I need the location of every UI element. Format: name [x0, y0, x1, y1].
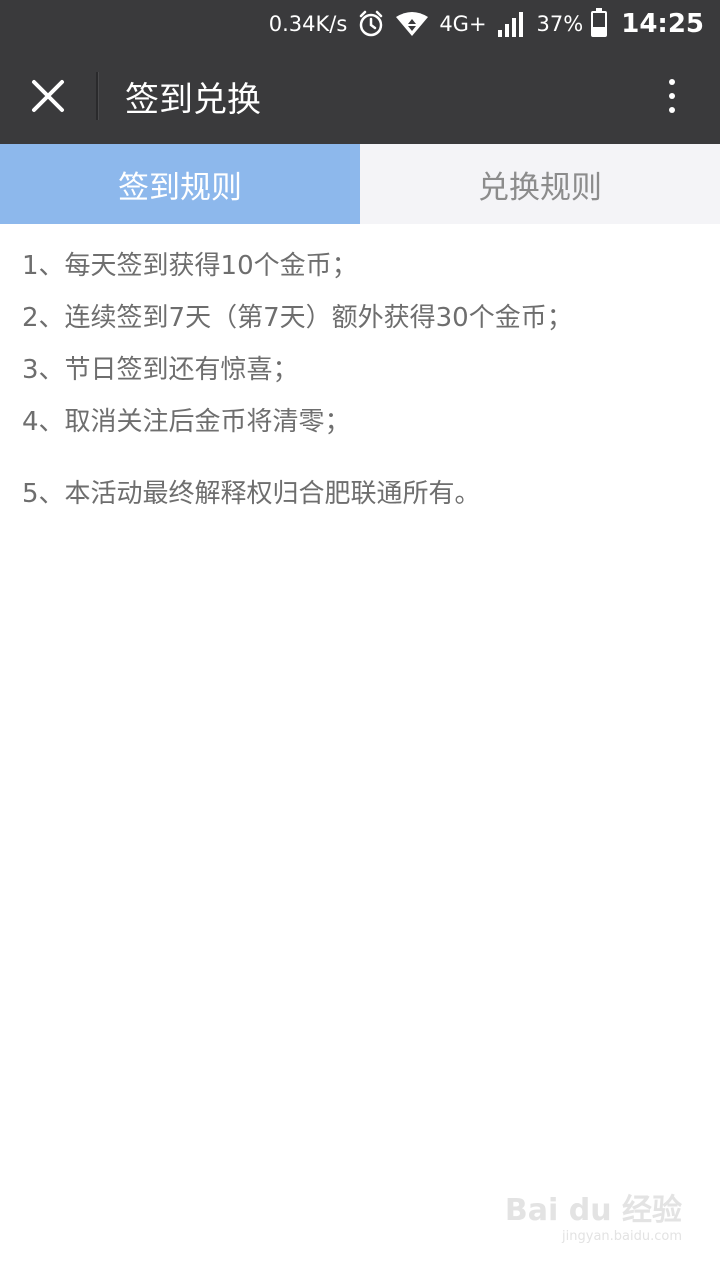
tab-bar: 签到规则 兑换规则	[0, 144, 720, 224]
close-icon	[32, 80, 64, 112]
battery-level	[593, 26, 606, 35]
page-title: 签到兑换	[125, 79, 261, 120]
status-bar: 0.34K/s 4G+ 37% 14:25	[0, 0, 720, 48]
alarm-icon	[357, 10, 385, 38]
tab-exchange-rules[interactable]: 兑换规则	[360, 144, 720, 224]
rule-item: 5、本活动最终解释权归合肥联通所有。	[22, 479, 481, 509]
tab-checkin-rules[interactable]: 签到规则	[0, 144, 360, 224]
more-button[interactable]	[624, 48, 720, 144]
title-bar: 签到兑换	[0, 48, 720, 144]
rule-item: 3、节日签到还有惊喜；	[22, 355, 299, 385]
watermark-url: jingyan.baidu.com	[562, 1229, 682, 1244]
header-divider	[96, 72, 99, 120]
rules-list: 1、每天签到获得10个金币； 2、连续签到7天（第7天）额外获得30个金币； 3…	[22, 240, 702, 520]
battery-icon	[591, 8, 608, 37]
network-type: 4G+	[439, 12, 487, 36]
rule-item: 4、取消关注后金币将清零；	[22, 407, 351, 437]
network-speed: 0.34K/s	[268, 12, 348, 36]
baidu-watermark: Bai du 经验 jingyan.baidu.com	[505, 1185, 682, 1244]
wifi-icon	[395, 11, 429, 37]
rule-item: 1、每天签到获得10个金币；	[22, 251, 358, 281]
battery-percent: 37%	[536, 12, 584, 36]
signal-icon	[497, 10, 527, 38]
rule-item: 2、连续签到7天（第7天）额外获得30个金币；	[22, 303, 573, 333]
clock: 14:25	[621, 9, 704, 39]
close-button[interactable]	[0, 48, 96, 144]
more-vertical-icon	[669, 75, 675, 117]
watermark-logo: Bai du 经验	[504, 1193, 682, 1228]
